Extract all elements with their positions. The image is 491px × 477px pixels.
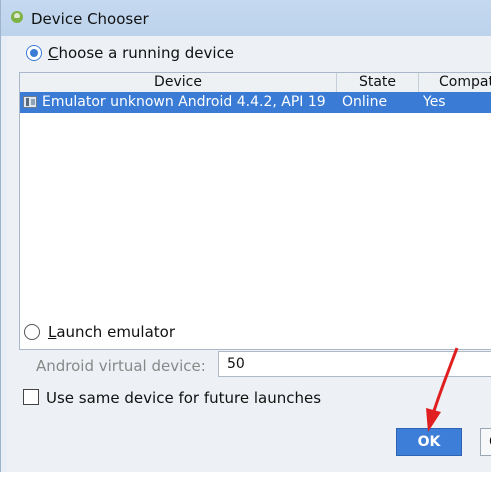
same-device-label[interactable]: Use same device for future launches [46,389,321,407]
android-icon [11,11,23,23]
column-header-device[interactable]: Device [20,73,337,92]
ok-button[interactable]: OK [396,428,462,456]
device-chooser-dialog: Device Chooser Choose a running device D… [0,0,491,472]
android-virtual-device-select[interactable]: 50 [218,351,491,377]
launch-emulator-label[interactable]: Launch emulator [48,323,175,341]
column-header-state[interactable]: State [337,73,419,92]
table-row[interactable]: Emulator unknown Android 4.4.2, API 19 O… [20,92,491,113]
device-compatible-cell: Yes [423,94,446,110]
choose-running-device-label[interactable]: Choose a running device [48,44,234,62]
device-table[interactable]: Device State Compatible Emulator unknown… [19,72,491,350]
device-state-cell: Online [342,94,388,110]
device-name-cell: Emulator unknown Android 4.4.2, API 19 [42,94,326,110]
same-device-checkbox[interactable] [23,389,39,405]
launch-emulator-radio[interactable] [24,324,40,340]
dialog-title: Device Chooser [31,10,149,28]
column-header-compatible[interactable]: Compatible [419,73,491,92]
android-virtual-device-label: Android virtual device: [36,357,206,375]
title-bar: Device Chooser [1,0,491,36]
choose-running-device-text: hoose a running device [58,44,235,62]
launch-emulator-text: aunch emulator [56,323,176,341]
dialog-body: Choose a running device Device State Com… [7,36,491,472]
mnemonic-c: C [48,44,59,62]
table-header: Device State Compatible [20,73,491,93]
cancel-button[interactable]: C [480,428,491,456]
emulator-icon [23,96,37,108]
choose-running-device-radio[interactable] [26,45,42,61]
